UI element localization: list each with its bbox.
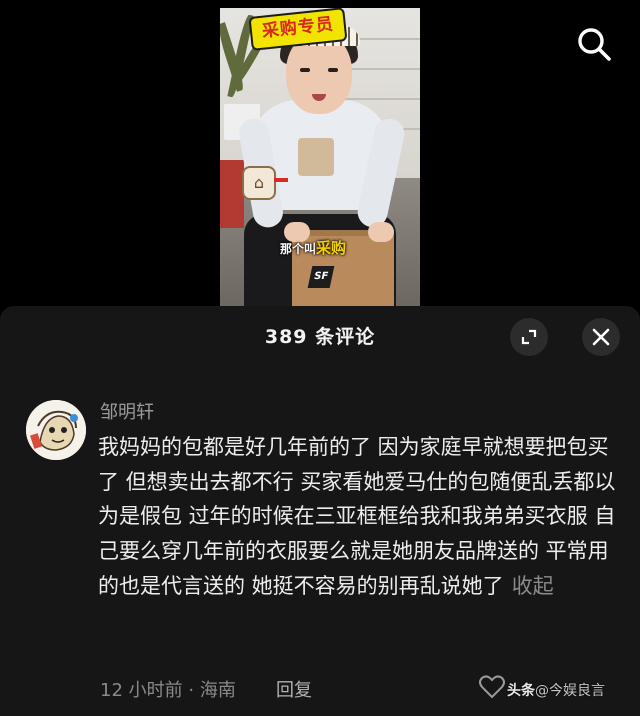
- watermark: 头条@今娱良言: [507, 680, 605, 700]
- avatar-cartoon-icon: [26, 400, 86, 460]
- comment-location: 海南: [199, 680, 236, 701]
- meta-separator: ·: [188, 680, 195, 701]
- sweater-print: [298, 138, 334, 176]
- comment-time: 12 小时前: [100, 680, 183, 701]
- video-wall-slat: [338, 98, 420, 100]
- subtitle-highlight: 采购: [316, 239, 347, 257]
- user-avatar[interactable]: [26, 400, 86, 460]
- reply-button[interactable]: 回复: [276, 676, 312, 702]
- expand-button[interactable]: [510, 318, 548, 356]
- search-button[interactable]: [574, 24, 614, 64]
- collapse-link[interactable]: 收起: [512, 574, 554, 598]
- comment-meta: 12 小时前 · 海南: [100, 676, 236, 702]
- comment-text-block: 我妈妈的包都是好几年前的了 因为家庭早就想要把包买了 但想卖出去都不行 买家看她…: [98, 430, 618, 604]
- person-eye: [300, 68, 310, 72]
- close-button[interactable]: [582, 318, 620, 356]
- watermark-brand: 头条: [507, 683, 535, 699]
- video-frame[interactable]: SF 采购专员 ⌂ 那个叫采购: [220, 8, 420, 306]
- person-hand: [368, 222, 394, 242]
- video-subtitle: 那个叫采购: [276, 236, 350, 259]
- subtitle-prefix: 那个叫: [280, 242, 317, 256]
- red-stool: [220, 160, 244, 228]
- expand-icon: [521, 329, 537, 345]
- close-icon: [592, 328, 610, 346]
- comments-panel: 389 条评论 邹明轩 我妈妈的包都是好几年前的了 因为家庭早就想要把包买了 但…: [0, 306, 640, 716]
- search-icon: [578, 28, 611, 61]
- red-arrow: [274, 178, 288, 182]
- home-icon: ⌂: [242, 166, 276, 200]
- video-area[interactable]: SF 采购专员 ⌂ 那个叫采购: [0, 0, 640, 306]
- like-button[interactable]: [478, 674, 506, 704]
- watermark-account: @今娱良言: [535, 683, 605, 699]
- box-logo: SF: [307, 266, 335, 288]
- heart-icon: [479, 675, 505, 699]
- comment-username[interactable]: 邹明轩: [100, 398, 154, 424]
- person-eye: [328, 68, 338, 72]
